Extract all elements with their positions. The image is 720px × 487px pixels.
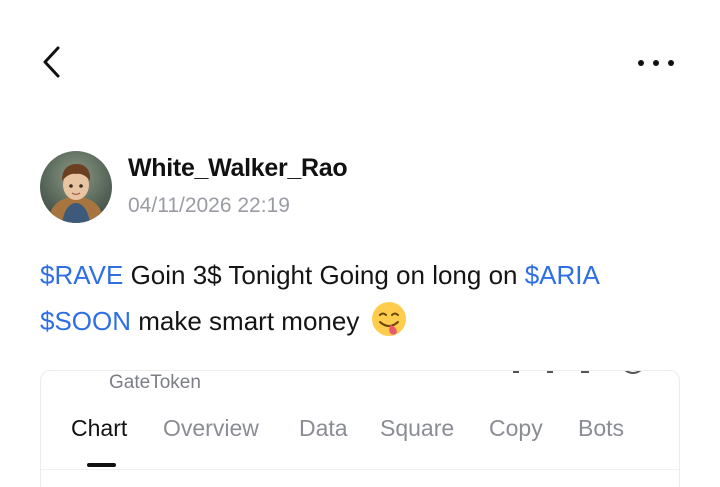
ticker-link-soon[interactable]: $SOON xyxy=(40,306,131,336)
card-tab-bar: Chart Overview Data Square Copy Bots xyxy=(41,415,679,459)
card-top-decoration xyxy=(513,371,642,374)
avatar[interactable] xyxy=(40,151,112,223)
token-embed-card[interactable]: GateToken Chart Overview Data Square Cop… xyxy=(40,370,680,487)
active-tab-indicator xyxy=(87,463,116,467)
chevron-left-icon xyxy=(43,46,60,78)
post-line-2: $SOON make smart money xyxy=(40,298,690,344)
more-horizontal-icon xyxy=(638,60,674,66)
post-text: make smart money xyxy=(131,306,360,336)
tab-square[interactable]: Square xyxy=(380,415,454,442)
back-button[interactable] xyxy=(34,42,70,82)
ticker-link-rave[interactable]: $RAVE xyxy=(40,260,123,290)
savoring-face-emoji xyxy=(371,302,406,336)
post-timestamp: 04/11/2026 22:19 xyxy=(128,194,290,217)
tab-copy[interactable]: Copy xyxy=(489,415,543,442)
more-options-button[interactable] xyxy=(630,50,682,76)
avatar-image xyxy=(40,151,112,223)
ticker-link-aria[interactable]: $ARIA xyxy=(525,260,600,290)
author-name[interactable]: White_Walker_Rao xyxy=(128,154,348,183)
post-text: Goin 3$ Tonight Going on long on xyxy=(123,260,525,290)
post-body: $RAVE Goin 3$ Tonight Going on long on $… xyxy=(40,252,690,344)
tab-overview[interactable]: Overview xyxy=(163,415,259,442)
tab-bots[interactable]: Bots xyxy=(578,415,624,442)
tab-data[interactable]: Data xyxy=(299,415,348,442)
tab-chart[interactable]: Chart xyxy=(71,415,127,442)
post-detail-page: White_Walker_Rao 04/11/2026 22:19 $RAVE … xyxy=(0,0,720,487)
card-token-name: GateToken xyxy=(109,372,201,393)
post-line-1: $RAVE Goin 3$ Tonight Going on long on $… xyxy=(40,252,690,298)
card-divider xyxy=(41,469,679,470)
